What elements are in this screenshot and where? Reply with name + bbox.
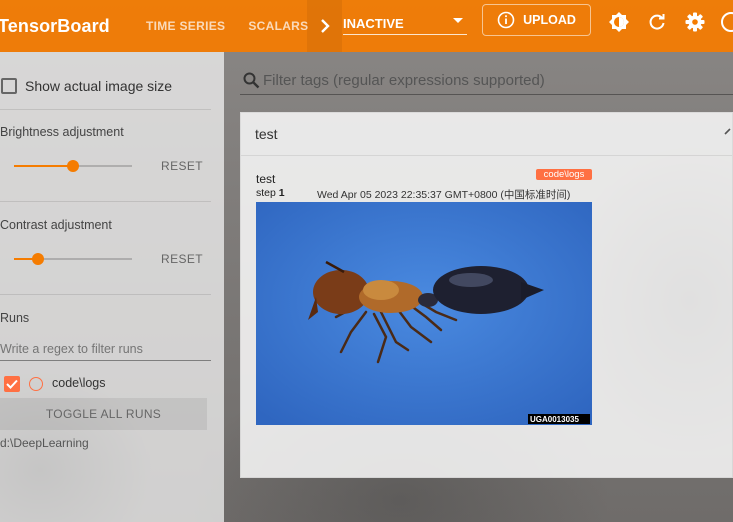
search-icon	[243, 72, 260, 89]
show-actual-size-label: Show actual image size	[25, 78, 173, 94]
help-icon	[721, 12, 733, 32]
dashboard-select-value: INACTIVE	[343, 15, 404, 31]
toggle-all-runs-button[interactable]: TOGGLE ALL RUNS	[0, 398, 207, 430]
chevron-right-icon	[320, 19, 330, 33]
contrast-reset-button[interactable]: RESET	[161, 252, 203, 266]
image-step: step 1	[256, 187, 285, 199]
tab-scalars[interactable]: SCALARS	[248, 19, 308, 33]
dashboard-select[interactable]: INACTIVE	[343, 12, 467, 35]
tag-card: test test step 1 code\logs Wed Apr 05 20…	[240, 112, 733, 478]
sidebar: Show actual image size Brightness adjust…	[0, 52, 224, 522]
step-label: step	[256, 187, 276, 199]
watermark-text: UGA0013035	[530, 415, 579, 424]
image-timestamp: Wed Apr 05 2023 22:35:37 GMT+0800 (中国标准时…	[317, 189, 571, 201]
run-name: code\logs	[52, 376, 106, 390]
show-actual-size-checkbox[interactable]	[1, 78, 17, 94]
upload-button[interactable]: UPLOAD	[482, 4, 591, 36]
tab-time-series[interactable]: TIME SERIES	[146, 19, 225, 33]
runs-title: Runs	[0, 311, 30, 325]
brightness-icon	[609, 12, 629, 32]
run-checkbox[interactable]	[4, 376, 20, 392]
summary-image[interactable]: UGA0013035	[256, 202, 592, 425]
contrast-label: Contrast adjustment	[0, 218, 112, 232]
card-header[interactable]: test	[241, 113, 732, 156]
upload-label: UPLOAD	[523, 13, 576, 27]
tag-filter[interactable]: Filter tags (regular expressions support…	[240, 68, 733, 95]
ant-image: UGA0013035	[256, 202, 592, 425]
logdir-path: d:\DeepLearning	[0, 436, 89, 450]
brightness-toggle-button[interactable]	[608, 11, 630, 33]
reload-button[interactable]	[646, 11, 668, 33]
info-icon	[497, 11, 515, 29]
chevron-up-icon[interactable]	[724, 127, 732, 137]
divider	[0, 294, 211, 295]
brand-title: TensorBoard	[0, 15, 110, 36]
settings-icon	[685, 12, 705, 32]
brightness-reset-button[interactable]: RESET	[161, 159, 203, 173]
run-chip: code\logs	[536, 169, 592, 180]
divider	[0, 109, 211, 110]
toggle-all-runs-label: TOGGLE ALL RUNS	[45, 407, 162, 421]
refresh-icon	[649, 14, 665, 30]
checkmark-icon	[6, 379, 18, 389]
help-button[interactable]	[720, 11, 733, 33]
run-color-swatch[interactable]	[29, 377, 43, 391]
step-value: 1	[278, 187, 285, 199]
image-tag: test	[256, 172, 276, 186]
tag-filter-placeholder: Filter tags (regular expressions support…	[263, 72, 545, 89]
settings-button[interactable]	[684, 11, 706, 33]
card-title: test	[255, 126, 278, 142]
brightness-label: Brightness adjustment	[0, 125, 124, 139]
brightness-slider-thumb[interactable]	[67, 160, 79, 172]
runs-filter-input[interactable]	[0, 337, 211, 361]
divider	[0, 201, 211, 202]
contrast-slider-thumb[interactable]	[31, 253, 44, 265]
brightness-slider-fill	[14, 165, 73, 167]
dropdown-arrow-icon	[453, 18, 463, 23]
more-tabs-button[interactable]	[307, 0, 342, 52]
